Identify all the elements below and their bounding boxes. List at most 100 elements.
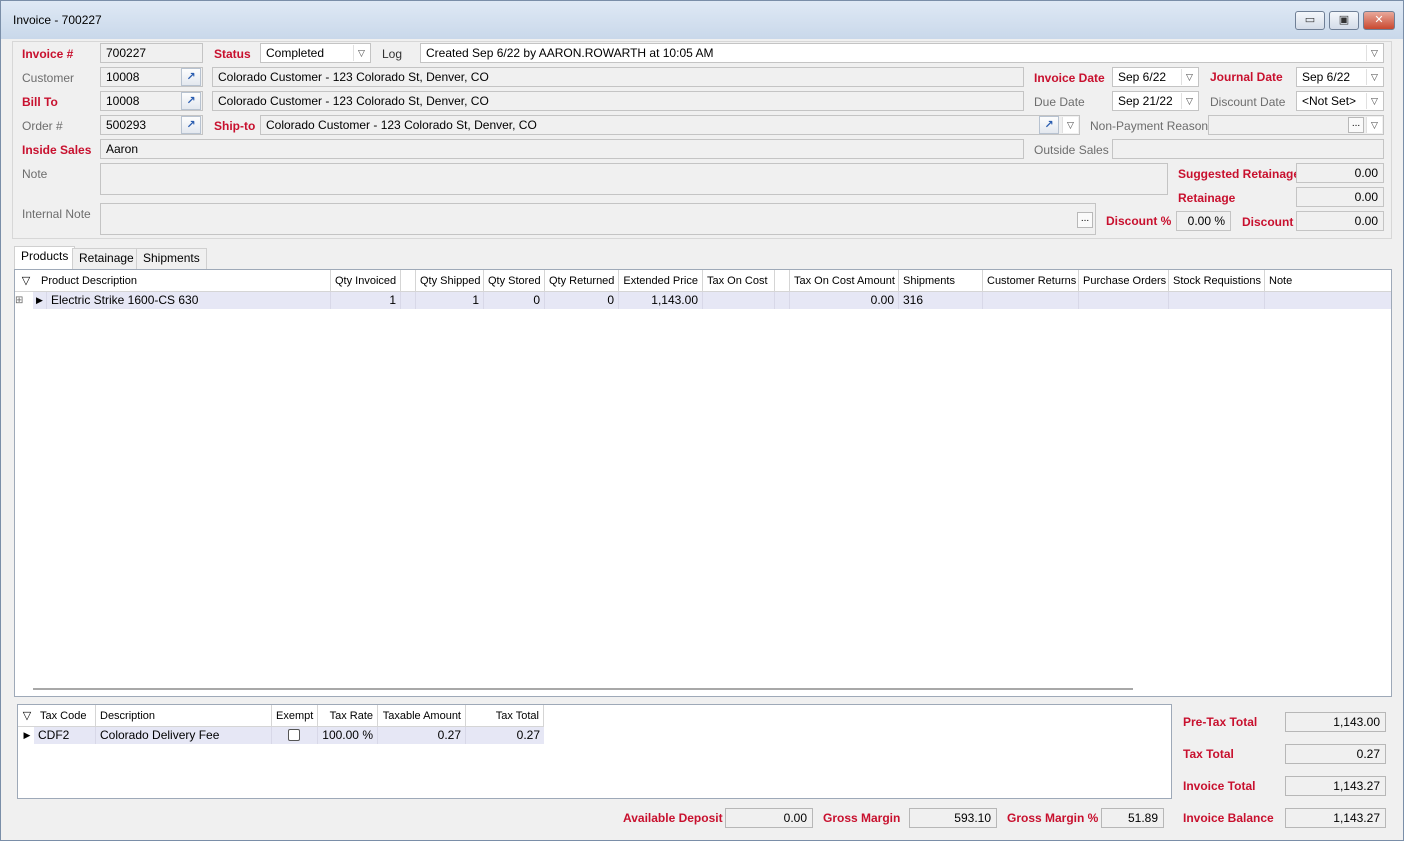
col-note[interactable]: Note bbox=[1265, 270, 1391, 292]
column-chooser-icon[interactable]: ▽ bbox=[15, 270, 37, 292]
col-qty-shipped[interactable]: Qty Shipped bbox=[416, 270, 484, 292]
order-number-field[interactable]: 500293 ↗ bbox=[100, 115, 203, 135]
due-date-label: Due Date bbox=[1034, 95, 1085, 109]
journal-date-picker[interactable]: Sep 6/22 ▽ bbox=[1296, 67, 1384, 87]
col-tax-on-cost[interactable]: Tax On Cost bbox=[703, 270, 775, 292]
exempt-checkbox[interactable] bbox=[288, 729, 300, 741]
cell-note[interactable] bbox=[1265, 292, 1391, 309]
cell-taxable-amount[interactable]: 0.27 bbox=[378, 727, 466, 744]
lookup-icon[interactable]: ↗ bbox=[1039, 116, 1059, 134]
customer-name-field[interactable]: Colorado Customer - 123 Colorado St, Den… bbox=[212, 67, 1024, 87]
col-spacer bbox=[401, 270, 416, 292]
cell-qty-stored[interactable]: 0 bbox=[484, 292, 545, 309]
window-client: Invoice # 700227 Status Completed ▽ Log … bbox=[7, 39, 1399, 836]
lookup-icon[interactable]: ↗ bbox=[181, 68, 201, 86]
col-extended-price[interactable]: Extended Price bbox=[619, 270, 703, 292]
status-select[interactable]: Completed ▽ bbox=[260, 43, 371, 63]
col-exempt[interactable]: Exempt bbox=[272, 705, 318, 727]
bill-to-id-field[interactable]: 10008 ↗ bbox=[100, 91, 203, 111]
col-purchase-orders[interactable]: Purchase Orders bbox=[1079, 270, 1169, 292]
col-tax-description[interactable]: Description bbox=[96, 705, 272, 727]
available-deposit-field: 0.00 bbox=[725, 808, 813, 828]
invoice-number-label: Invoice # bbox=[22, 47, 74, 61]
col-tax-on-cost-amount[interactable]: Tax On Cost Amount bbox=[790, 270, 899, 292]
tab-retainage[interactable]: Retainage bbox=[72, 248, 141, 269]
invoice-number-field[interactable]: 700227 bbox=[100, 43, 203, 63]
col-qty-invoiced[interactable]: Qty Invoiced bbox=[331, 270, 401, 292]
col-stock-requisitions[interactable]: Stock Requistions bbox=[1169, 270, 1265, 292]
lookup-icon[interactable]: ↗ bbox=[181, 92, 201, 110]
customer-id-value: 10008 bbox=[106, 70, 140, 84]
cell-tax-description[interactable]: Colorado Delivery Fee bbox=[96, 727, 272, 744]
ellipsis-icon[interactable]: ... bbox=[1077, 212, 1093, 228]
col-tax-code[interactable]: Tax Code bbox=[36, 705, 96, 727]
col-tax-rate[interactable]: Tax Rate bbox=[318, 705, 378, 727]
cell-tax-on-cost[interactable] bbox=[703, 292, 775, 309]
col-tax-total[interactable]: Tax Total bbox=[466, 705, 544, 727]
minimize-button[interactable]: ▭ bbox=[1295, 11, 1325, 30]
cell-customer-returns[interactable] bbox=[983, 292, 1079, 309]
cell-tax-rate[interactable]: 100.00 % bbox=[318, 727, 378, 744]
close-button[interactable]: ✕ bbox=[1363, 11, 1395, 30]
col-customer-returns[interactable]: Customer Returns bbox=[983, 270, 1079, 292]
internal-note-field[interactable]: ... bbox=[100, 203, 1096, 235]
cell-tax-total[interactable]: 0.27 bbox=[466, 727, 544, 744]
ship-to-field[interactable]: Colorado Customer - 123 Colorado St, Den… bbox=[260, 115, 1080, 135]
discount-field[interactable]: 0.00 bbox=[1296, 211, 1384, 231]
invoice-date-picker[interactable]: Sep 6/22 ▽ bbox=[1112, 67, 1199, 87]
discount-date-picker[interactable]: <Not Set> ▽ bbox=[1296, 91, 1384, 111]
cell-qty-invoiced[interactable]: 1 bbox=[331, 292, 401, 309]
tab-shipments[interactable]: Shipments bbox=[136, 248, 207, 269]
inside-sales-field[interactable]: Aaron bbox=[100, 139, 1024, 159]
note-label: Note bbox=[22, 167, 48, 181]
col-product-description[interactable]: Product Description bbox=[37, 270, 331, 292]
cell-tax-on-cost-amount[interactable]: 0.00 bbox=[790, 292, 899, 309]
invoice-total-label: Invoice Total bbox=[1183, 779, 1256, 793]
horizontal-scrollbar[interactable] bbox=[33, 688, 1133, 690]
note-field[interactable] bbox=[100, 163, 1168, 195]
gross-margin-percent-field: 51.89 bbox=[1101, 808, 1164, 828]
lookup-icon[interactable]: ↗ bbox=[181, 116, 201, 134]
cell-stock-requisitions[interactable] bbox=[1169, 292, 1265, 309]
maximize-button[interactable]: ▣ bbox=[1329, 11, 1359, 30]
retainage-field[interactable]: 0.00 bbox=[1296, 187, 1384, 207]
customer-id-field[interactable]: 10008 ↗ bbox=[100, 67, 203, 87]
suggested-retainage-field[interactable]: 0.00 bbox=[1296, 163, 1384, 183]
due-date-picker[interactable]: Sep 21/22 ▽ bbox=[1112, 91, 1199, 111]
ellipsis-icon[interactable]: ... bbox=[1348, 117, 1364, 133]
available-deposit-label: Available Deposit bbox=[623, 811, 723, 825]
tax-grid: ▽ Tax Code Description Exempt Tax Rate T… bbox=[17, 704, 1172, 799]
log-select[interactable]: Created Sep 6/22 by AARON.ROWARTH at 10:… bbox=[420, 43, 1384, 63]
cell-qty-shipped[interactable]: 1 bbox=[416, 292, 484, 309]
column-chooser-icon[interactable]: ▽ bbox=[18, 705, 36, 727]
expand-icon[interactable]: ⊞ bbox=[15, 292, 25, 309]
cell-purchase-orders[interactable] bbox=[1079, 292, 1169, 309]
chevron-down-icon: ▽ bbox=[1366, 93, 1382, 109]
cell-extended-price[interactable]: 1,143.00 bbox=[619, 292, 703, 309]
gross-margin-field: 593.10 bbox=[909, 808, 997, 828]
order-number-value: 500293 bbox=[106, 118, 147, 132]
non-payment-reason-select[interactable]: ... ▽ bbox=[1208, 115, 1384, 135]
tab-products[interactable]: Products bbox=[14, 246, 76, 269]
col-qty-returned[interactable]: Qty Returned bbox=[545, 270, 619, 292]
inside-sales-label: Inside Sales bbox=[22, 143, 92, 157]
bill-to-name-field[interactable]: Colorado Customer - 123 Colorado St, Den… bbox=[212, 91, 1024, 111]
cell-qty-returned[interactable]: 0 bbox=[545, 292, 619, 309]
cell-button[interactable] bbox=[401, 292, 416, 309]
cell-tax-code[interactable]: CDF2 bbox=[34, 727, 96, 744]
cell-button[interactable] bbox=[775, 292, 790, 309]
invoice-date-value: Sep 6/22 bbox=[1118, 70, 1167, 84]
col-qty-stored[interactable]: Qty Stored bbox=[484, 270, 545, 292]
cell-exempt[interactable] bbox=[272, 727, 318, 744]
cell-product-description[interactable]: Electric Strike 1600-CS 630 bbox=[47, 292, 331, 309]
ship-to-value: Colorado Customer - 123 Colorado St, Den… bbox=[266, 118, 537, 132]
journal-date-label: Journal Date bbox=[1210, 70, 1283, 84]
outside-sales-field[interactable] bbox=[1112, 139, 1384, 159]
col-taxable-amount[interactable]: Taxable Amount bbox=[378, 705, 466, 727]
col-shipments[interactable]: Shipments bbox=[899, 270, 983, 292]
retainage-label: Retainage bbox=[1178, 191, 1236, 205]
cell-shipments[interactable]: 316 bbox=[899, 292, 983, 309]
discount-percent-field[interactable]: 0.00 % bbox=[1176, 211, 1231, 231]
gross-margin-percent-label: Gross Margin % bbox=[1007, 811, 1099, 825]
status-value: Completed bbox=[266, 46, 325, 60]
